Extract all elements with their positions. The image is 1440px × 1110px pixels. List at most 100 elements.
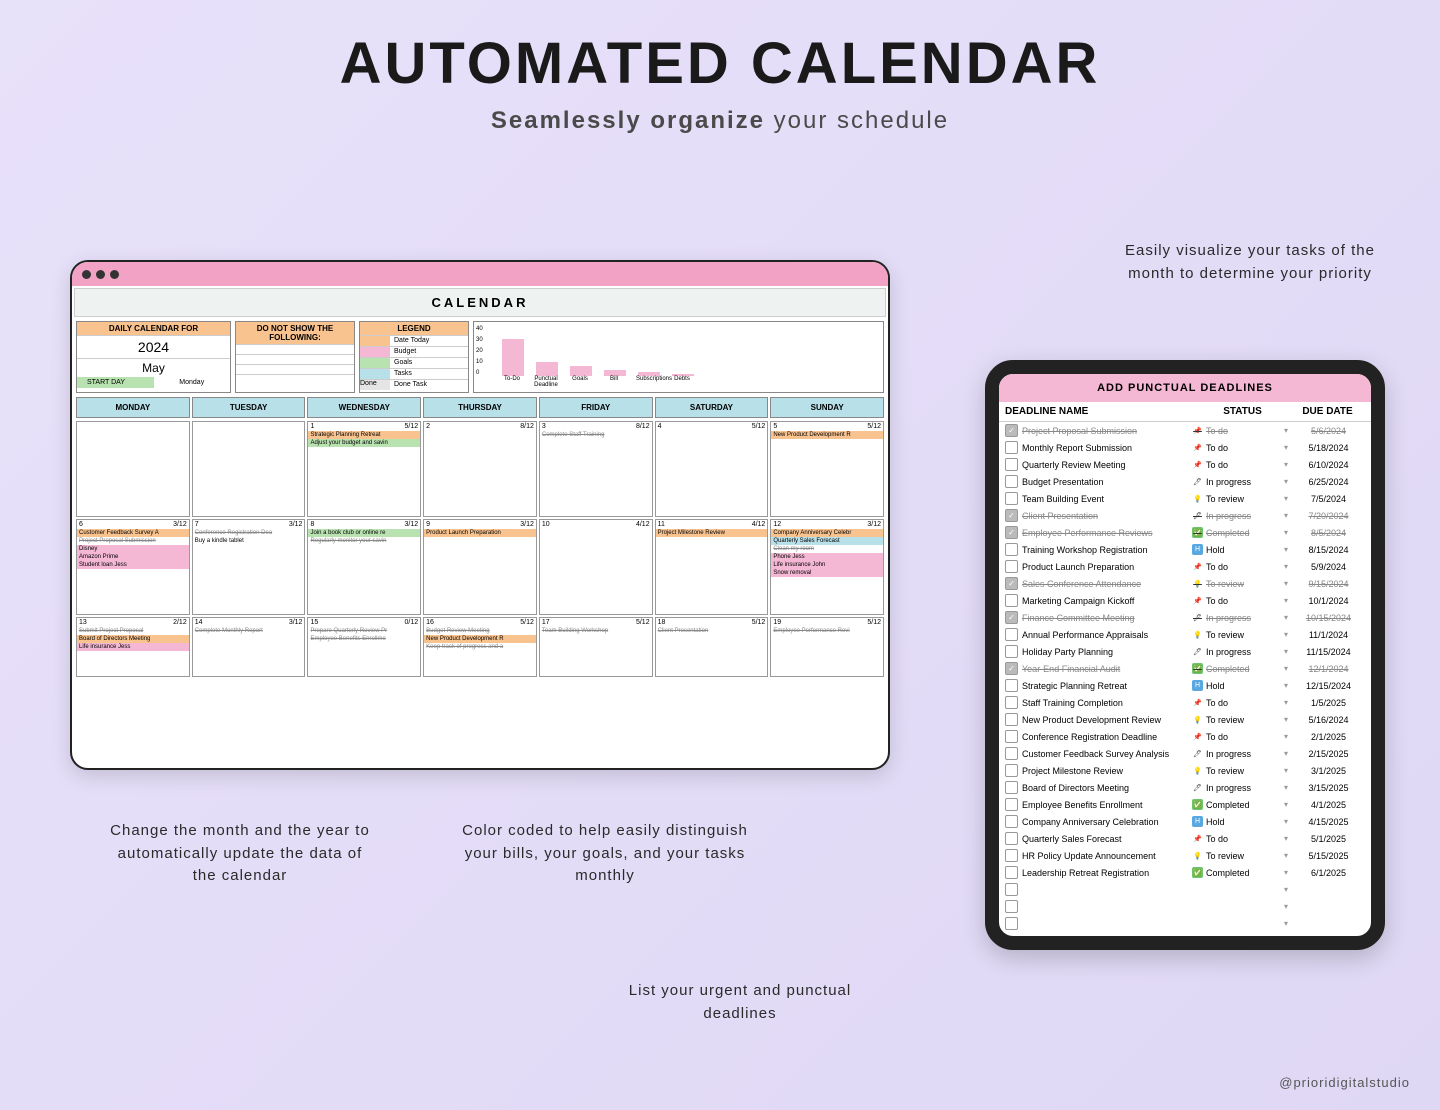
- deadline-checkbox[interactable]: [1005, 696, 1018, 709]
- start-day-select[interactable]: Monday: [154, 377, 231, 388]
- calendar-cell[interactable]: 143/12Complete Monthly Report: [192, 617, 306, 677]
- deadline-status[interactable]: 📌To do: [1192, 731, 1284, 742]
- donot-row[interactable]: [236, 344, 354, 354]
- chevron-down-icon[interactable]: ▾: [1284, 579, 1292, 588]
- deadline-status[interactable]: 📌To do: [1192, 833, 1284, 844]
- chevron-down-icon[interactable]: ▾: [1284, 562, 1292, 571]
- deadline-checkbox[interactable]: [1005, 560, 1018, 573]
- calendar-cell[interactable]: 132/12Submit Project ProposalBoard of Di…: [76, 617, 190, 677]
- calendar-event[interactable]: Adjust your budget and savin: [308, 439, 420, 447]
- calendar-cell[interactable]: 123/12Company Anniversary CelebrQuarterl…: [770, 519, 884, 615]
- deadline-checkbox[interactable]: [1005, 781, 1018, 794]
- deadline-checkbox[interactable]: [1005, 798, 1018, 811]
- calendar-event[interactable]: Prepare Quarterly Review Pr: [308, 627, 420, 635]
- calendar-event[interactable]: Product Launch Preparation: [424, 529, 536, 537]
- calendar-event[interactable]: Join a book club or online re: [308, 529, 420, 537]
- deadline-checkbox[interactable]: ✓: [1005, 526, 1018, 539]
- deadline-status[interactable]: ✅Completed: [1192, 663, 1284, 674]
- chevron-down-icon[interactable]: ▾: [1284, 851, 1292, 860]
- deadline-status[interactable]: 🖊In progress: [1192, 476, 1284, 487]
- calendar-event[interactable]: Keep track of progress and a: [424, 643, 536, 651]
- deadline-status[interactable]: 💡To review: [1192, 850, 1284, 861]
- deadline-checkbox[interactable]: [1005, 883, 1018, 896]
- year-select[interactable]: 2024: [77, 335, 230, 358]
- chevron-down-icon[interactable]: ▾: [1284, 511, 1292, 520]
- calendar-event[interactable]: Strategic Planning Retreat: [308, 431, 420, 439]
- deadline-status[interactable]: 🖊In progress: [1192, 646, 1284, 657]
- calendar-event[interactable]: Snow removal: [771, 569, 883, 577]
- deadline-checkbox[interactable]: ✓: [1005, 577, 1018, 590]
- calendar-cell[interactable]: 114/12Project Milestone Review: [655, 519, 769, 615]
- calendar-event[interactable]: Amazon Prime: [77, 553, 189, 561]
- calendar-event[interactable]: Life insurance Jess: [77, 643, 189, 651]
- calendar-event[interactable]: Submit Project Proposal: [77, 627, 189, 635]
- deadline-status[interactable]: 💡To review: [1192, 493, 1284, 504]
- calendar-cell[interactable]: 45/12: [655, 421, 769, 517]
- calendar-event[interactable]: Clean my room: [771, 545, 883, 553]
- deadline-checkbox[interactable]: [1005, 917, 1018, 930]
- deadline-checkbox[interactable]: [1005, 730, 1018, 743]
- calendar-event[interactable]: Company Anniversary Celebr: [771, 529, 883, 537]
- calendar-cell[interactable]: 185/12Client Presentation: [655, 617, 769, 677]
- deadline-checkbox[interactable]: ✓: [1005, 611, 1018, 624]
- chevron-down-icon[interactable]: ▾: [1284, 715, 1292, 724]
- deadline-status[interactable]: 💡To review: [1192, 578, 1284, 589]
- deadline-status[interactable]: 📌To do: [1192, 459, 1284, 470]
- chevron-down-icon[interactable]: ▾: [1284, 698, 1292, 707]
- calendar-event[interactable]: Employee Benefits Enrollme: [308, 635, 420, 643]
- chevron-down-icon[interactable]: ▾: [1284, 647, 1292, 656]
- calendar-event[interactable]: New Product Development R: [424, 635, 536, 643]
- deadline-checkbox[interactable]: ✓: [1005, 424, 1018, 437]
- deadline-status[interactable]: 💡To review: [1192, 765, 1284, 776]
- calendar-cell[interactable]: 15/12Strategic Planning RetreatAdjust yo…: [307, 421, 421, 517]
- deadline-status[interactable]: 🖊In progress: [1192, 748, 1284, 759]
- deadline-checkbox[interactable]: [1005, 458, 1018, 471]
- chevron-down-icon[interactable]: ▾: [1284, 443, 1292, 452]
- chevron-down-icon[interactable]: ▾: [1284, 902, 1292, 911]
- chevron-down-icon[interactable]: ▾: [1284, 783, 1292, 792]
- chevron-down-icon[interactable]: ▾: [1284, 426, 1292, 435]
- deadline-status[interactable]: 📌To do: [1192, 442, 1284, 453]
- calendar-event[interactable]: Regularly monitor your savin: [308, 537, 420, 545]
- calendar-cell[interactable]: [76, 421, 190, 517]
- deadline-checkbox[interactable]: [1005, 645, 1018, 658]
- deadline-checkbox[interactable]: [1005, 832, 1018, 845]
- deadline-status[interactable]: ✅Completed: [1192, 867, 1284, 878]
- chevron-down-icon[interactable]: ▾: [1284, 630, 1292, 639]
- deadline-checkbox[interactable]: [1005, 764, 1018, 777]
- calendar-cell[interactable]: 73/12Conference Registration DeaBuy a ki…: [192, 519, 306, 615]
- deadline-checkbox[interactable]: [1005, 679, 1018, 692]
- chevron-down-icon[interactable]: ▾: [1284, 919, 1292, 928]
- deadline-status[interactable]: 📌To do: [1192, 595, 1284, 606]
- chevron-down-icon[interactable]: ▾: [1284, 494, 1292, 503]
- calendar-event[interactable]: Budget Review Meeting: [424, 627, 536, 635]
- deadline-status[interactable]: HHold: [1192, 544, 1284, 555]
- deadline-status[interactable]: HHold: [1192, 816, 1284, 827]
- calendar-event[interactable]: Board of Directors Meeting: [77, 635, 189, 643]
- calendar-event[interactable]: Disney: [77, 545, 189, 553]
- calendar-event[interactable]: Complete Staff Training: [540, 431, 652, 439]
- calendar-event[interactable]: Team Building Workshop: [540, 627, 652, 635]
- calendar-cell[interactable]: 28/12: [423, 421, 537, 517]
- calendar-event[interactable]: Student loan Jess: [77, 561, 189, 569]
- calendar-event[interactable]: Client Presentation: [656, 627, 768, 635]
- calendar-event[interactable]: Customer Feedback Survey A: [77, 529, 189, 537]
- deadline-checkbox[interactable]: [1005, 594, 1018, 607]
- calendar-event[interactable]: New Product Development R: [771, 431, 883, 439]
- calendar-event[interactable]: Conference Registration Dea: [193, 529, 305, 537]
- deadline-status[interactable]: 🖊In progress: [1192, 510, 1284, 521]
- calendar-cell[interactable]: 83/12Join a book club or online reRegula…: [307, 519, 421, 615]
- calendar-event[interactable]: Project Milestone Review: [656, 529, 768, 537]
- deadline-checkbox[interactable]: [1005, 543, 1018, 556]
- window-dot[interactable]: [96, 270, 105, 279]
- calendar-event[interactable]: Buy a kindle tablet: [193, 537, 305, 545]
- calendar-event[interactable]: Employee Performance Revi: [771, 627, 883, 635]
- deadline-status[interactable]: HHold: [1192, 680, 1284, 691]
- calendar-cell[interactable]: 195/12Employee Performance Revi: [770, 617, 884, 677]
- deadline-checkbox[interactable]: [1005, 900, 1018, 913]
- calendar-cell[interactable]: 150/12Prepare Quarterly Review PrEmploye…: [307, 617, 421, 677]
- chevron-down-icon[interactable]: ▾: [1284, 528, 1292, 537]
- calendar-cell[interactable]: 63/12Customer Feedback Survey AProject P…: [76, 519, 190, 615]
- deadline-checkbox[interactable]: [1005, 713, 1018, 726]
- chevron-down-icon[interactable]: ▾: [1284, 868, 1292, 877]
